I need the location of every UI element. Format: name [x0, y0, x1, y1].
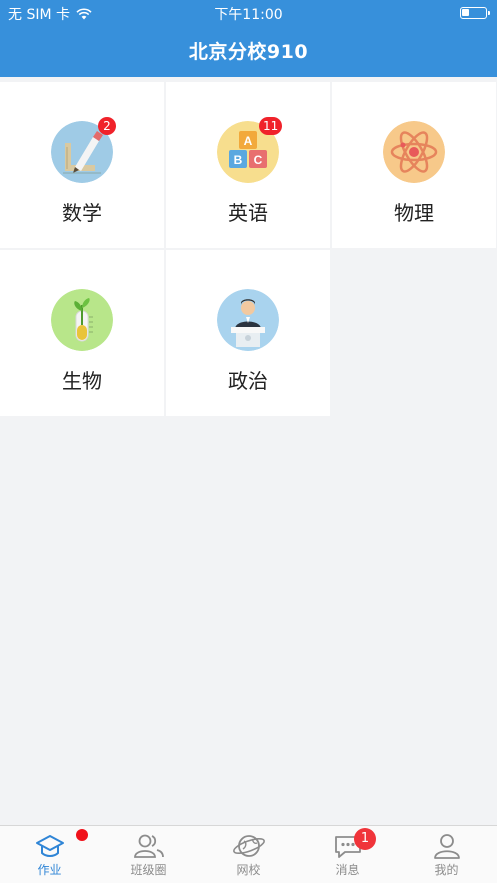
math-badge: 2: [98, 117, 116, 135]
svg-text:B: B: [234, 153, 243, 167]
speaker-podium-icon: [217, 289, 279, 351]
tab-class-circle[interactable]: 班级圈: [99, 826, 198, 883]
subject-label: 数学: [62, 201, 102, 225]
page-title: 北京分校910: [188, 41, 309, 63]
battery-icon: [460, 7, 490, 19]
messages-badge: 1: [354, 828, 376, 850]
tab-homework[interactable]: 作业: [0, 826, 99, 883]
people-icon: [133, 834, 164, 858]
homework-dot-badge: [76, 829, 88, 841]
svg-text:A: A: [244, 134, 253, 148]
subject-label: 政治: [228, 369, 268, 393]
graduation-cap-icon: [35, 835, 64, 857]
status-bar: 无 SIM 卡 下午11:00: [0, 0, 497, 26]
atom-icon: [383, 121, 445, 183]
header-bar: 无 SIM 卡 下午11:00 北京分校910: [0, 0, 497, 77]
tab-label: 消息: [335, 863, 360, 877]
globe-icon: [232, 835, 265, 857]
tab-label: 作业: [37, 863, 62, 877]
subject-english[interactable]: A B C 11 英语: [166, 82, 330, 248]
tab-label: 我的: [434, 863, 459, 877]
tab-label: 网校: [236, 863, 261, 877]
subject-math[interactable]: 2 数学: [0, 82, 164, 248]
tab-mine[interactable]: 我的: [397, 826, 496, 883]
subject-biology[interactable]: 生物: [0, 250, 164, 416]
tab-bar: 作业 班级圈 网校 消息 1 我的: [0, 825, 497, 883]
svg-text:C: C: [254, 153, 263, 167]
tab-label: 班级圈: [130, 863, 167, 877]
subject-label: 生物: [62, 369, 102, 393]
status-time: 下午11:00: [214, 7, 283, 23]
subject-politics[interactable]: 政治: [166, 250, 330, 416]
test-tube-plant-icon: [51, 289, 113, 351]
subject-physics[interactable]: 物理: [332, 82, 496, 248]
subject-label: 英语: [228, 201, 268, 225]
person-icon: [433, 834, 460, 859]
english-badge: 11: [259, 117, 283, 135]
tab-online-school[interactable]: 网校: [199, 826, 298, 883]
subject-label: 物理: [394, 201, 434, 225]
tab-messages[interactable]: 消息 1: [298, 826, 397, 883]
